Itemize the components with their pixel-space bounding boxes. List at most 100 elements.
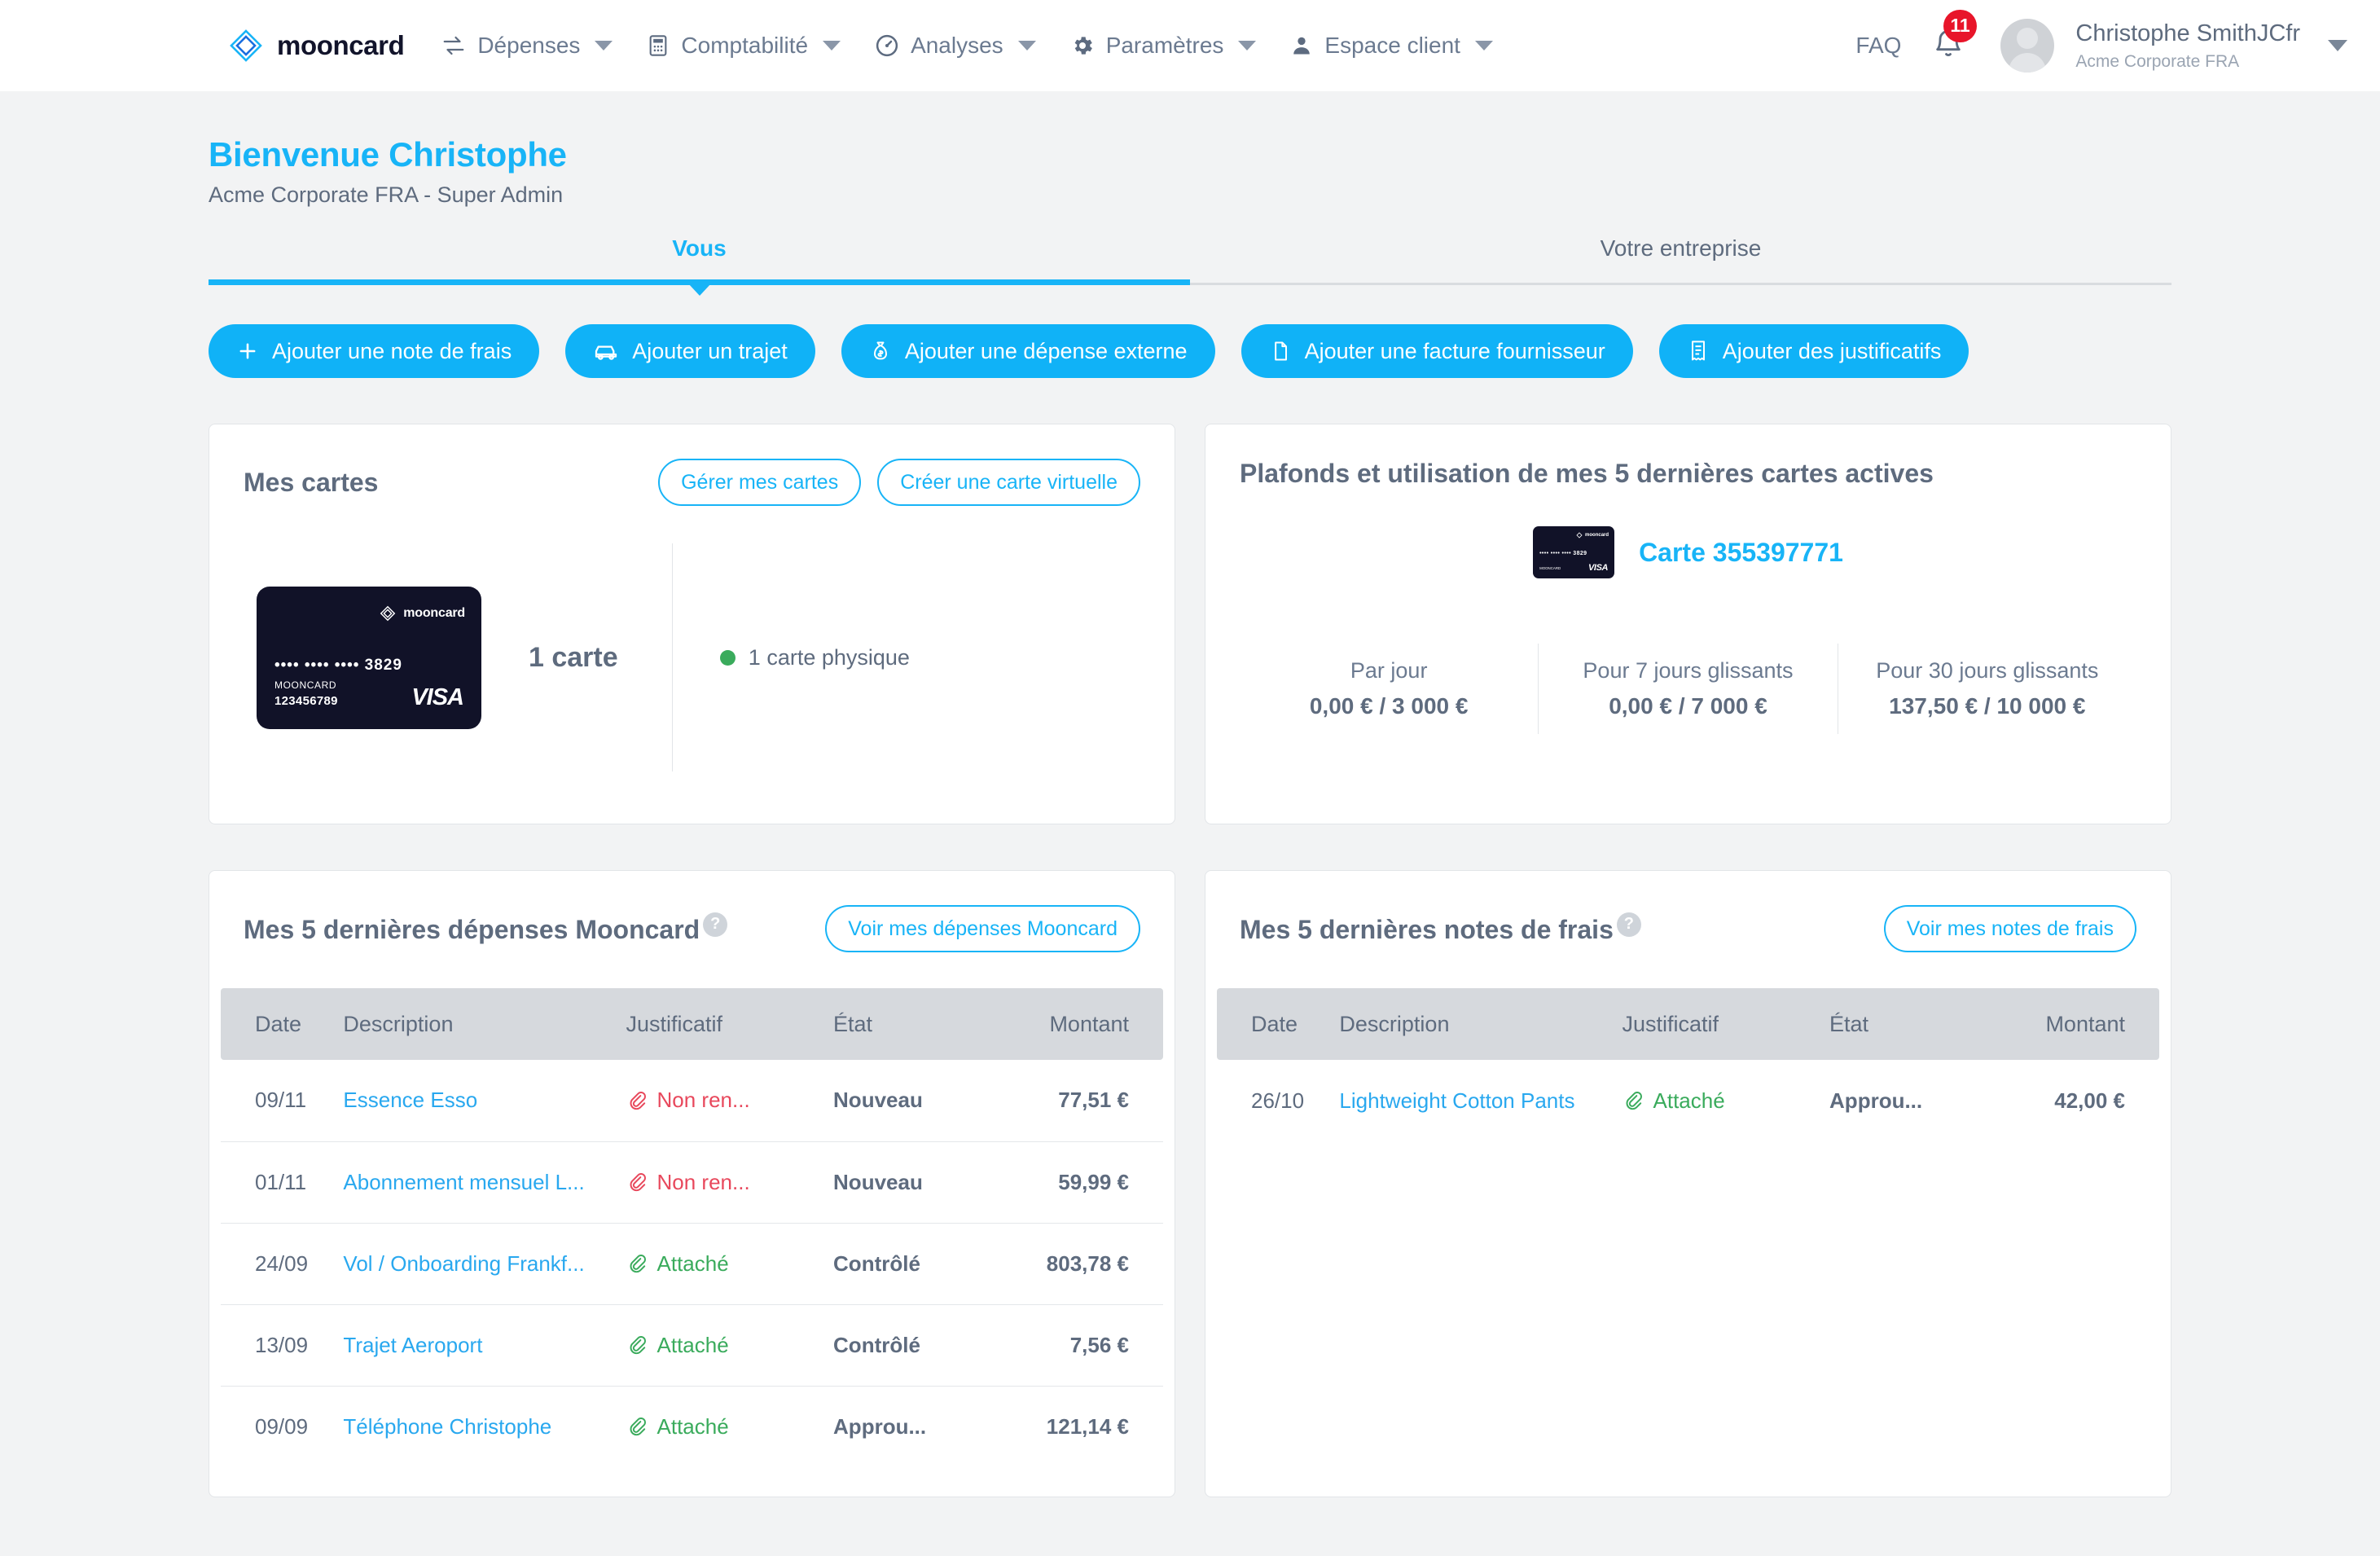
cell-montant: 77,51 € bbox=[1021, 1060, 1163, 1142]
help-icon[interactable]: ? bbox=[703, 912, 728, 937]
nav-right-group: FAQ 11 Christophe SmithJCfr Acme Corpora… bbox=[1855, 9, 2347, 73]
justificatif-label: Attaché bbox=[1653, 1088, 1725, 1113]
tab-vous[interactable]: Vous bbox=[209, 235, 1190, 285]
user-organisation: Acme Corporate FRA bbox=[2075, 51, 2240, 71]
quick-actions-bar: Ajouter une note de frais Ajouter un tra… bbox=[209, 324, 2171, 378]
column-header-date: Date bbox=[1217, 988, 1340, 1060]
expenses-table-body: 09/11 Essence Esso Non ren... Nouveau 77… bbox=[221, 1060, 1163, 1467]
my-cards-actions: Gérer mes cartes Créer une carte virtuel… bbox=[658, 459, 1140, 506]
car-icon bbox=[593, 338, 619, 364]
document-icon bbox=[1269, 340, 1292, 363]
cell-date: 13/09 bbox=[221, 1304, 344, 1387]
action-label: Ajouter des justificatifs bbox=[1722, 338, 1942, 363]
nav-item-depenses[interactable]: Dépenses bbox=[441, 33, 613, 59]
nav-item-label: Dépenses bbox=[477, 33, 581, 58]
cell-description[interactable]: Abonnement mensuel L... bbox=[343, 1141, 626, 1224]
notifications-button[interactable]: 11 bbox=[1932, 9, 1977, 64]
justificatif-status: Attaché bbox=[626, 1251, 834, 1277]
user-name: Christophe SmithJCfr bbox=[2075, 20, 2300, 47]
expenses-table-wrap: Date Description Justificatif État Monta… bbox=[209, 988, 1175, 1467]
limit-value: 0,00 € / 7 000 € bbox=[1609, 693, 1767, 719]
justificatif-label: Attaché bbox=[656, 1332, 729, 1357]
justificatif-status: Attaché bbox=[626, 1414, 834, 1440]
card-brand: mooncard bbox=[379, 604, 465, 622]
paperclip-icon bbox=[630, 1091, 646, 1110]
physical-cards-row: 1 carte physique bbox=[719, 645, 910, 670]
cell-date: 24/09 bbox=[221, 1223, 344, 1305]
limit-column-7days: Pour 7 jours glissants 0,00 € / 7 000 € bbox=[1539, 644, 1838, 734]
table-row[interactable]: 01/11 Abonnement mensuel L... Non ren...… bbox=[221, 1141, 1163, 1224]
cell-date: 09/11 bbox=[221, 1060, 344, 1142]
help-icon[interactable]: ? bbox=[1616, 912, 1641, 937]
cell-description[interactable]: Trajet Aeroport bbox=[343, 1304, 626, 1387]
column-header-montant: Montant bbox=[1021, 988, 1163, 1060]
faq-link[interactable]: FAQ bbox=[1855, 33, 1901, 59]
cell-description[interactable]: Téléphone Christophe bbox=[343, 1386, 626, 1467]
page-subtitle: Acme Corporate FRA - Super Admin bbox=[209, 182, 564, 207]
cell-description[interactable]: Vol / Onboarding Frankf... bbox=[343, 1223, 626, 1305]
expense-notes-actions: Voir mes notes de frais bbox=[1883, 905, 2136, 952]
tab-votre-entreprise[interactable]: Votre entreprise bbox=[1190, 235, 2171, 285]
cell-description[interactable]: Lightweight Cotton Pants bbox=[1339, 1060, 1622, 1141]
expenses-actions: Voir mes dépenses Mooncard bbox=[825, 905, 1140, 952]
cell-justificatif: Attaché bbox=[626, 1386, 834, 1467]
transfer-icon bbox=[441, 33, 466, 58]
calculator-icon bbox=[647, 34, 670, 57]
expense-notes-title-text: Mes 5 dernières notes de frais bbox=[1240, 915, 1614, 945]
limits-card-name[interactable]: Carte 355397771 bbox=[1639, 538, 1843, 568]
nav-item-parametres[interactable]: Paramètres bbox=[1070, 33, 1257, 59]
nav-item-label: Comptabilité bbox=[681, 33, 809, 58]
expense-notes-table: Date Description Justificatif État Monta… bbox=[1217, 988, 2159, 1141]
card-number: •••• •••• •••• 3829 bbox=[1539, 551, 1587, 556]
table-row[interactable]: 26/10 Lightweight Cotton Pants Attaché A… bbox=[1217, 1060, 2159, 1141]
expenses-table: Date Description Justificatif État Monta… bbox=[221, 988, 1163, 1467]
cell-montant: 121,14 € bbox=[1046, 1413, 1129, 1439]
add-expense-note-button[interactable]: Ajouter une note de frais bbox=[209, 324, 540, 378]
add-receipts-button[interactable]: Ajouter des justificatifs bbox=[1658, 324, 1969, 378]
table-row[interactable]: 09/11 Essence Esso Non ren... Nouveau 77… bbox=[221, 1060, 1163, 1142]
my-cards-title: Mes cartes bbox=[244, 467, 379, 497]
table-row[interactable]: 24/09 Vol / Onboarding Frankf... Attaché… bbox=[221, 1223, 1163, 1305]
justificatif-status: Attaché bbox=[626, 1333, 834, 1358]
cell-description[interactable]: Essence Esso bbox=[343, 1060, 626, 1142]
nav-item-espace-client[interactable]: Espace client bbox=[1290, 33, 1493, 59]
create-virtual-card-button[interactable]: Créer une carte virtuelle bbox=[877, 459, 1140, 506]
column-header-date: Date bbox=[221, 988, 344, 1060]
add-trip-button[interactable]: Ajouter un trajet bbox=[565, 324, 815, 378]
table-row[interactable]: 09/09 Téléphone Christophe Attaché Appro… bbox=[221, 1386, 1163, 1467]
view-expense-notes-button[interactable]: Voir mes notes de frais bbox=[1883, 905, 2136, 952]
add-supplier-invoice-button[interactable]: Ajouter une facture fournisseur bbox=[1240, 324, 1633, 378]
nav-item-label: Espace client bbox=[1324, 33, 1460, 58]
nav-item-analyses[interactable]: Analyses bbox=[875, 33, 1036, 59]
expense-notes-table-body: 26/10 Lightweight Cotton Pants Attaché A… bbox=[1217, 1060, 2159, 1141]
my-cards-panel: Mes cartes Gérer mes cartes Créer une ca… bbox=[209, 424, 1175, 824]
mooncard-logo-icon bbox=[230, 29, 262, 62]
expense-notes-title: Mes 5 dernières notes de frais? bbox=[1240, 912, 1641, 945]
card-holder-block: MOONCARD 123456789 bbox=[274, 678, 338, 711]
nav-item-comptabilite[interactable]: Comptabilité bbox=[647, 33, 841, 59]
expenses-table-head: Date Description Justificatif État Monta… bbox=[221, 988, 1163, 1060]
credit-card-visual[interactable]: mooncard •••• •••• •••• 3829 MOONCARD 12… bbox=[257, 586, 481, 729]
justificatif-label: Non ren... bbox=[656, 1088, 750, 1113]
status-dot-icon bbox=[719, 649, 736, 666]
card-holder-label: MOONCARD bbox=[1539, 566, 1561, 571]
add-external-expense-button[interactable]: Ajouter une dépense externe bbox=[841, 324, 1215, 378]
table-row[interactable]: 13/09 Trajet Aeroport Attaché Contrôlé 7… bbox=[221, 1304, 1163, 1387]
brand-logo-link[interactable]: mooncard bbox=[228, 28, 405, 64]
bell-icon bbox=[1932, 29, 1965, 64]
user-menu[interactable]: Christophe SmithJCfr Acme Corporate FRA bbox=[2075, 19, 2300, 73]
card-brand-name: mooncard bbox=[403, 605, 465, 620]
my-cards-body: mooncard •••• •••• •••• 3829 MOONCARD 12… bbox=[209, 506, 1175, 824]
cell-etat: Contrôlé bbox=[833, 1223, 1022, 1305]
expense-notes-table-wrap: Date Description Justificatif État Monta… bbox=[1205, 988, 2171, 1387]
chevron-down-icon[interactable] bbox=[2328, 40, 2347, 51]
avatar[interactable] bbox=[2000, 19, 2055, 73]
chevron-down-icon bbox=[595, 41, 613, 51]
cell-etat: Nouveau bbox=[833, 1141, 1022, 1224]
expense-notes-panel: Mes 5 dernières notes de frais? Voir mes… bbox=[1205, 870, 2171, 1497]
cell-montant: 59,99 € bbox=[1021, 1141, 1163, 1224]
manage-cards-button[interactable]: Gérer mes cartes bbox=[658, 459, 862, 506]
view-expenses-button[interactable]: Voir mes dépenses Mooncard bbox=[825, 905, 1140, 952]
expenses-title: Mes 5 dernières dépenses Mooncard? bbox=[244, 912, 728, 945]
column-header-etat: État bbox=[833, 988, 1022, 1060]
